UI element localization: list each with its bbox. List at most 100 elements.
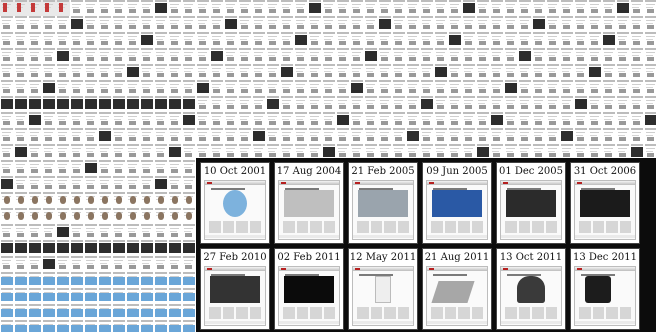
mini-snapshot: [28, 256, 42, 272]
mini-snapshot: [126, 32, 140, 48]
mini-snapshot: [154, 256, 168, 272]
mini-snapshot: [70, 48, 84, 64]
mini-snapshot: [644, 16, 656, 32]
mini-snapshot: [476, 112, 490, 128]
mini-snapshot: [14, 80, 28, 96]
mini-snapshot: [98, 0, 112, 16]
snapshot-card[interactable]: 12 May 2011: [348, 248, 418, 330]
mini-snapshot: [532, 128, 546, 144]
mini-snapshot: [588, 0, 602, 16]
snapshot-card[interactable]: 02 Feb 2011: [274, 248, 344, 330]
mini-snapshot: [364, 80, 378, 96]
mini-snapshot: [42, 240, 56, 256]
mini-snapshot: [616, 96, 630, 112]
mini-snapshot: [224, 80, 238, 96]
mini-snapshot: [126, 256, 140, 272]
mini-snapshot: [14, 256, 28, 272]
mini-snapshot: [434, 16, 448, 32]
mini-snapshot: [350, 128, 364, 144]
snapshot-date: 17 Aug 2004: [276, 166, 342, 177]
snapshot-card[interactable]: 27 Feb 2010: [200, 248, 270, 330]
mini-snapshot: [490, 128, 504, 144]
mini-snapshot: [616, 64, 630, 80]
mini-snapshot: [0, 176, 14, 192]
mini-snapshot: [42, 224, 56, 240]
snapshot-card[interactable]: 21 Aug 2011: [422, 248, 492, 330]
mini-snapshot: [56, 240, 70, 256]
mini-snapshot: [182, 272, 196, 288]
mini-snapshot: [308, 128, 322, 144]
mini-snapshot: [84, 144, 98, 160]
mini-snapshot: [140, 0, 154, 16]
mini-snapshot: [322, 32, 336, 48]
snapshot-card[interactable]: 13 Dec 2011: [570, 248, 640, 330]
mini-snapshot: [294, 32, 308, 48]
mini-snapshot: [448, 48, 462, 64]
snapshot-card[interactable]: 13 Oct 2011: [496, 248, 566, 330]
mini-snapshot: [56, 160, 70, 176]
mini-snapshot: [602, 80, 616, 96]
snapshot-card[interactable]: 17 Aug 2004: [274, 162, 344, 244]
page-screenshot: [574, 266, 636, 326]
mini-snapshot: [126, 176, 140, 192]
snapshot-card[interactable]: 01 Dec 2005: [496, 162, 566, 244]
mini-snapshot: [518, 16, 532, 32]
mini-snapshot: [98, 48, 112, 64]
mini-snapshot: [490, 80, 504, 96]
snapshot-card[interactable]: 31 Oct 2006: [570, 162, 640, 244]
mini-snapshot: [630, 64, 644, 80]
mini-snapshot: [588, 64, 602, 80]
mini-snapshot: [420, 112, 434, 128]
hero-image: [506, 190, 556, 217]
mini-snapshot: [70, 192, 84, 208]
mini-snapshot: [462, 0, 476, 16]
mini-snapshot: [252, 48, 266, 64]
mini-snapshot: [112, 160, 126, 176]
mini-snapshot: [644, 112, 656, 128]
mini-snapshot: [266, 16, 280, 32]
headline-line: [433, 274, 467, 276]
mini-snapshot: [490, 48, 504, 64]
mini-snapshot: [518, 32, 532, 48]
mini-snapshot: [42, 64, 56, 80]
mini-snapshot: [392, 48, 406, 64]
mini-snapshot: [42, 288, 56, 304]
mini-snapshot: [168, 64, 182, 80]
mini-snapshot: [322, 112, 336, 128]
mini-snapshot: [14, 144, 28, 160]
mini-snapshot: [154, 288, 168, 304]
mini-snapshot: [322, 0, 336, 16]
page-screenshot: [204, 266, 266, 326]
mini-snapshot: [70, 96, 84, 112]
mini-snapshot: [448, 80, 462, 96]
mini-snapshot: [308, 16, 322, 32]
mini-snapshot: [462, 96, 476, 112]
mini-snapshot: [56, 272, 70, 288]
mini-snapshot: [14, 32, 28, 48]
mini-snapshot: [42, 176, 56, 192]
logo-icon: [503, 182, 508, 184]
mini-snapshot: [616, 48, 630, 64]
mini-snapshot: [182, 224, 196, 240]
mini-snapshot: [168, 288, 182, 304]
mini-snapshot: [126, 240, 140, 256]
mini-snapshot: [560, 0, 574, 16]
snapshot-card[interactable]: 21 Feb 2005: [348, 162, 418, 244]
mini-snapshot: [434, 80, 448, 96]
logo-icon: [281, 268, 286, 270]
mini-snapshot: [224, 112, 238, 128]
mini-snapshot: [28, 80, 42, 96]
mini-snapshot: [28, 96, 42, 112]
snapshot-card[interactable]: 10 Oct 2001: [200, 162, 270, 244]
mini-snapshot: [154, 224, 168, 240]
mini-snapshot: [308, 32, 322, 48]
footer-bar: [353, 235, 413, 238]
mini-snapshot: [210, 32, 224, 48]
snapshot-date: 13 Dec 2011: [572, 252, 638, 263]
snapshot-card[interactable]: 09 Jun 2005: [422, 162, 492, 244]
mini-snapshot: [336, 80, 350, 96]
logo-icon: [577, 182, 582, 184]
mini-snapshot: [266, 0, 280, 16]
mini-snapshot: [56, 112, 70, 128]
mini-snapshot: [532, 16, 546, 32]
